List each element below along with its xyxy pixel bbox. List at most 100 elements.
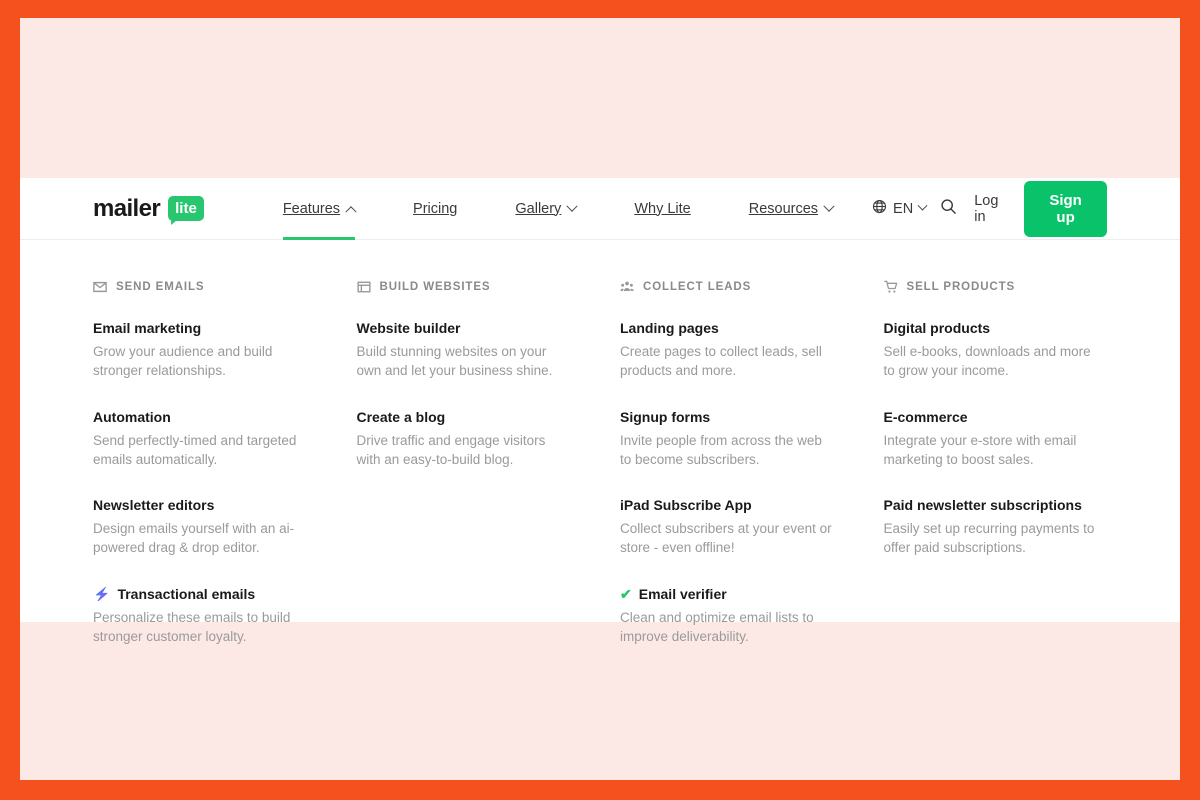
megamenu-column-label: SEND EMAILS bbox=[116, 281, 205, 293]
search-button[interactable] bbox=[936, 192, 960, 226]
megamenu-item-description: Sell e-books, downloads and more to grow… bbox=[883, 344, 1091, 379]
nav-item-gallery[interactable]: Gallery bbox=[486, 178, 605, 239]
search-icon bbox=[940, 198, 957, 220]
site-header: mailer lite Features Pricing Gallery Why Li… bbox=[20, 178, 1180, 240]
lightning-bolt-icon: ⚡ bbox=[93, 585, 111, 602]
megamenu-item-title: Paid newsletter subscriptions bbox=[883, 497, 1082, 513]
megamenu-item-title-row: Website builder bbox=[357, 319, 581, 337]
language-selector[interactable]: EN bbox=[862, 199, 936, 218]
logo-wordmark: mailer bbox=[93, 194, 161, 222]
megamenu-item-title: Website builder bbox=[356, 320, 461, 336]
primary-nav: Features Pricing Gallery Why Lite Resources bbox=[254, 178, 862, 240]
megamenu-item-title-row: ⚡ Transactional emails bbox=[93, 585, 317, 603]
megamenu-item-description: Create pages to collect leads, sell prod… bbox=[620, 344, 822, 379]
page-canvas: mailer lite Features Pricing Gallery Why Li… bbox=[20, 18, 1180, 780]
megamenu-item-description: Send perfectly-timed and targeted emails… bbox=[93, 432, 297, 467]
megamenu-item[interactable]: Digital products Sell e-books, downloads … bbox=[884, 319, 1108, 381]
checkmark-icon: ✔ bbox=[620, 585, 632, 602]
megamenu-item-title: Digital products bbox=[883, 320, 991, 336]
megamenu-item-title-row: Landing pages bbox=[620, 319, 844, 337]
megamenu-item[interactable]: Newsletter editors Design emails yourself… bbox=[93, 496, 317, 558]
megamenu-item-title: Email verifier bbox=[638, 585, 727, 602]
megamenu-item-description: Design emails yourself with an ai-powere… bbox=[93, 521, 295, 556]
megamenu-item-title-row: Paid newsletter subscriptions bbox=[884, 496, 1108, 514]
nav-item-label: Why Lite bbox=[634, 200, 691, 217]
megamenu-item-title: Signup forms bbox=[620, 408, 711, 425]
nav-item-label: Resources bbox=[748, 200, 819, 217]
megamenu-column-heading: BUILD WEBSITES bbox=[356, 280, 581, 294]
megamenu-item[interactable]: E-commerce Integrate your e-store with em… bbox=[884, 408, 1108, 470]
megamenu-item-title: Email marketing bbox=[93, 320, 202, 336]
envelope-icon bbox=[93, 280, 107, 294]
megamenu-column-label: COLLECT LEADS bbox=[643, 281, 752, 293]
megamenu-column-label: SELL PRODUCTS bbox=[906, 281, 1016, 293]
megamenu-item-description: Invite people from across the web to bec… bbox=[620, 432, 822, 467]
megamenu-item-description: Drive traffic and engage visitors with a… bbox=[356, 432, 546, 467]
megamenu-item[interactable]: Paid newsletter subscriptions Easily set … bbox=[884, 496, 1108, 558]
megamenu-column: SEND EMAILS Email marketing Grow your audi… bbox=[93, 280, 317, 646]
megamenu-item[interactable]: Email marketing Grow your audience and bu… bbox=[93, 319, 317, 381]
megamenu-item-title-row: Create a blog bbox=[357, 408, 581, 426]
megamenu-column-heading: SEND EMAILS bbox=[93, 280, 317, 294]
nav-item-label: Features bbox=[282, 200, 341, 217]
chevron-down-icon bbox=[917, 200, 928, 211]
megamenu-item[interactable]: ⚡ Transactional emails Personalize these e… bbox=[93, 585, 317, 647]
megamenu-item-title-row: Signup forms bbox=[620, 408, 844, 426]
nav-item-label: Gallery bbox=[515, 200, 562, 217]
nav-item-pricing[interactable]: Pricing bbox=[384, 178, 486, 239]
globe-icon bbox=[872, 199, 887, 218]
signup-button[interactable]: Sign up bbox=[1024, 180, 1107, 237]
megamenu-item[interactable]: Create a blog Drive traffic and engage vi… bbox=[357, 408, 581, 470]
megamenu-item-title-row: iPad Subscribe App bbox=[620, 496, 844, 514]
megamenu-column-label: BUILD WEBSITES bbox=[379, 281, 491, 293]
megamenu-item-title: E-commerce bbox=[883, 408, 968, 425]
megamenu-item-title-row: Email marketing bbox=[93, 319, 317, 337]
header-and-megamenu-sheet: mailer lite Features Pricing Gallery Why Li… bbox=[20, 178, 1180, 644]
megamenu-item-description: Clean and optimize email lists to improv… bbox=[620, 609, 814, 644]
megamenu-item[interactable]: Landing pages Create pages to collect lea… bbox=[620, 319, 844, 381]
megamenu-item[interactable]: iPad Subscribe App Collect subscribers at… bbox=[620, 496, 844, 558]
megamenu-item[interactable]: Signup forms Invite people from across th… bbox=[620, 408, 844, 470]
megamenu-item-title-row: Automation bbox=[93, 408, 317, 426]
megamenu-item-title-row: Newsletter editors bbox=[93, 496, 317, 514]
browser-window-icon bbox=[356, 280, 371, 294]
megamenu-item-description: Personalize these emails to build strong… bbox=[93, 609, 291, 644]
nav-item-features[interactable]: Features bbox=[254, 178, 384, 240]
megamenu-item-title-row: Digital products bbox=[884, 319, 1108, 337]
megamenu-item-title-row: ✔ Email verifier bbox=[620, 585, 844, 603]
logo-lite-badge: lite bbox=[168, 196, 204, 221]
megamenu-item[interactable]: Automation Send perfectly-timed and targe… bbox=[93, 408, 317, 470]
megamenu-item-description: Build stunning websites on your own and … bbox=[356, 344, 553, 379]
megamenu-column: COLLECT LEADS Landing pages Create pages t… bbox=[620, 280, 844, 646]
megamenu-item-title: Landing pages bbox=[620, 320, 719, 336]
chevron-down-icon bbox=[823, 200, 835, 212]
people-group-icon bbox=[620, 280, 634, 294]
header-actions: EN Log in Sign up bbox=[862, 180, 1107, 237]
mailerlite-logo[interactable]: mailer lite bbox=[93, 195, 204, 223]
megamenu-column: SELL PRODUCTS Digital products Sell e-book… bbox=[884, 280, 1108, 646]
megamenu-item[interactable]: ✔ Email verifier Clean and optimize email … bbox=[620, 585, 844, 647]
megamenu-item-description: Grow your audience and build stronger re… bbox=[93, 344, 273, 379]
megamenu-item-title-row: E-commerce bbox=[884, 408, 1108, 426]
megamenu-item-description: Integrate your e-store with email market… bbox=[883, 432, 1077, 467]
megamenu-item-title: Transactional emails bbox=[117, 585, 256, 602]
language-label: EN bbox=[893, 200, 914, 217]
login-link[interactable]: Log in bbox=[960, 193, 1016, 225]
features-mega-menu: SEND EMAILS Email marketing Grow your audi… bbox=[20, 240, 1180, 646]
megamenu-item-title: Automation bbox=[93, 408, 171, 425]
megamenu-item-title: Newsletter editors bbox=[93, 497, 215, 513]
chevron-down-icon bbox=[566, 200, 578, 212]
nav-item-why-lite[interactable]: Why Lite bbox=[605, 178, 719, 239]
megamenu-item-description: Easily set up recurring payments to offe… bbox=[883, 521, 1095, 556]
megamenu-item-title: iPad Subscribe App bbox=[620, 497, 752, 513]
megamenu-column-heading: SELL PRODUCTS bbox=[883, 280, 1108, 294]
nav-item-resources[interactable]: Resources bbox=[720, 178, 862, 239]
nav-item-label: Pricing bbox=[413, 200, 458, 217]
shopping-cart-icon bbox=[883, 280, 898, 294]
megamenu-item[interactable]: Website builder Build stunning websites o… bbox=[357, 319, 581, 381]
megamenu-item-title: Create a blog bbox=[356, 408, 446, 425]
megamenu-column: BUILD WEBSITES Website builder Build stunn… bbox=[357, 280, 581, 646]
chevron-up-icon bbox=[345, 205, 357, 217]
megamenu-item-description: Collect subscribers at your event or sto… bbox=[620, 521, 832, 556]
megamenu-column-heading: COLLECT LEADS bbox=[620, 280, 844, 294]
